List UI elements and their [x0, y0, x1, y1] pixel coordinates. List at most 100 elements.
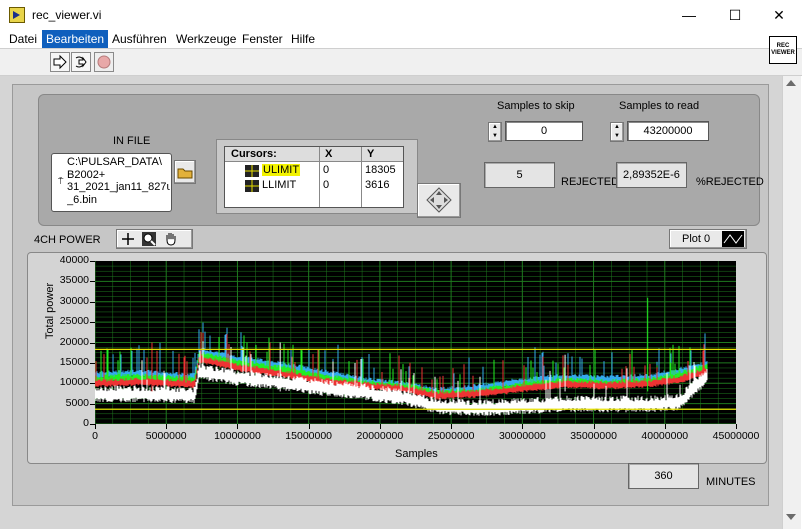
x-tick-mark [166, 424, 168, 429]
spin-up-icon[interactable]: ▲ [489, 123, 501, 132]
cursor-name[interactable]: LLIMIT [262, 179, 296, 191]
maximize-button[interactable]: ☐ [712, 0, 758, 30]
cursor-header-name: Cursors: [231, 148, 277, 160]
cursor-x-value: 0 [323, 164, 330, 176]
cursor-crosshair-icon [245, 180, 259, 192]
rejected-indicator: 5 [484, 162, 555, 188]
path-browse-indicator-icon: ⍑ [58, 176, 64, 186]
x-tick-label: 15000000 [285, 430, 333, 442]
x-tick-mark [664, 424, 666, 429]
run-button[interactable] [50, 52, 70, 72]
diamond-move-icon [426, 187, 452, 213]
x-tick-mark [95, 424, 96, 429]
crosshair-tool-icon[interactable] [120, 231, 136, 247]
spin-up-icon[interactable]: ▲ [611, 123, 623, 132]
close-button[interactable]: ✕ [756, 0, 802, 30]
plot-legend[interactable]: Plot 0 [669, 229, 747, 249]
browse-folder-button[interactable] [174, 160, 196, 184]
x-tick-mark [379, 424, 381, 429]
samples-to-skip-spinner[interactable]: ▲ ▼ [488, 122, 502, 142]
in-file-label: IN FILE [113, 135, 151, 147]
menu-hilfe[interactable]: Hilfe [287, 30, 319, 48]
x-tick-label: 5000000 [145, 430, 187, 442]
graph-palette [116, 229, 193, 249]
cursor-y-value: 3616 [365, 179, 390, 191]
x-tick-label: 10000000 [214, 430, 261, 442]
cursor-legend[interactable]: Cursors: X Y ULIMIT 0 18305 LLIMIT 0 361… [224, 146, 404, 208]
spin-down-icon[interactable]: ▼ [489, 132, 501, 141]
pan-hand-icon[interactable] [163, 231, 179, 247]
plot-legend-name: Plot 0 [682, 233, 711, 245]
y-tick-label: 20000 [59, 335, 89, 348]
menu-datei[interactable]: Datei [5, 30, 41, 48]
x-tick-mark [736, 424, 737, 429]
x-tick-mark [451, 424, 453, 429]
menu-fenster[interactable]: Fenster [238, 30, 287, 48]
y-tick-label: 35000 [59, 274, 89, 287]
in-file-path-line: _6.bin [67, 193, 97, 206]
cursor-move-control[interactable] [417, 183, 461, 218]
y-tick-label: 0 [83, 417, 89, 429]
cursor-header-y: Y [367, 148, 375, 160]
run-continuously-icon [75, 56, 87, 68]
graph-label: 4CH POWER [34, 234, 101, 246]
in-file-path-line: 31_2021_jan11_827ut [67, 181, 170, 193]
x-axis-label: Samples [395, 448, 438, 460]
samples-to-read-spinner[interactable]: ▲ ▼ [610, 122, 624, 142]
y-tick-label: 40000 [59, 254, 89, 266]
toolbar [0, 48, 802, 76]
menu-bar: Datei Bearbeiten Ausführen Werkzeuge Fen… [0, 30, 802, 48]
menu-werkzeuge[interactable]: Werkzeuge [172, 30, 240, 48]
in-file-path-line: C:\PULSAR_DATA\ [67, 156, 162, 168]
scroll-down-arrow-icon[interactable] [786, 514, 796, 520]
run-continuously-button[interactable] [71, 52, 91, 72]
rejected-label: REJECTED [561, 176, 620, 188]
zoom-tool-icon[interactable] [141, 231, 157, 247]
pct-rejected-indicator: 2,89352E-6 [616, 162, 687, 188]
y-tick-label: 30000 [59, 294, 89, 307]
cursor-x-value: 0 [323, 179, 330, 191]
samples-to-read-input[interactable]: 43200000 [627, 121, 709, 141]
scroll-up-arrow-icon[interactable] [786, 80, 796, 86]
abort-button[interactable] [94, 52, 114, 72]
cursor-crosshair-icon [245, 165, 259, 177]
y-tick-label: 25000 [59, 315, 89, 328]
cursor-name[interactable]: ULIMIT [262, 164, 301, 176]
x-tick-label: 35000000 [570, 430, 617, 442]
folder-icon [177, 168, 193, 179]
vertical-scrollbar[interactable] [782, 76, 801, 529]
x-tick-mark [593, 424, 595, 429]
x-tick-label: 30000000 [498, 430, 546, 442]
cursor-y-value: 18305 [365, 164, 396, 176]
samples-to-skip-input[interactable]: 0 [505, 121, 583, 141]
minutes-indicator: 360 [628, 463, 699, 489]
x-tick-label: 25000000 [427, 430, 475, 442]
x-tick-label: 20000000 [356, 430, 404, 442]
stop-icon [97, 55, 111, 69]
minutes-label: MINUTES [706, 476, 756, 488]
minimize-button[interactable]: — [666, 0, 712, 30]
title-bar: rec_viewer.vi — ☐ ✕ [0, 0, 802, 30]
pct-rejected-label: %REJECTED [696, 176, 764, 188]
window-title: rec_viewer.vi [32, 8, 102, 22]
menu-bearbeiten[interactable]: Bearbeiten [42, 30, 109, 48]
labview-app-icon [9, 7, 25, 23]
samples-to-read-label: Samples to read [619, 100, 700, 112]
y-tick-label: 5000 [65, 396, 89, 409]
y-tick-label: 10000 [59, 376, 89, 389]
vi-icon: REC VIEWER [769, 36, 797, 64]
x-tick-label: 45000000 [712, 430, 760, 442]
menu-ausfuehren[interactable]: Ausführen [108, 30, 171, 48]
power-plot[interactable] [95, 261, 736, 424]
in-file-path-control[interactable]: ⍑ C:\PULSAR_DATA\ B2002+ 31_2021_jan11_8… [51, 153, 172, 212]
x-tick-mark [308, 424, 310, 429]
x-tick-mark [237, 424, 239, 429]
y-tick-label: 15000 [59, 355, 89, 368]
spin-down-icon[interactable]: ▼ [611, 132, 623, 141]
vi-icon-line1: REC [776, 43, 790, 49]
x-tick-label: 0 [92, 430, 98, 442]
run-arrow-icon [53, 54, 67, 70]
plot-line-style-icon [722, 231, 744, 247]
cursor-header-x: X [325, 148, 333, 160]
x-tick-mark [522, 424, 524, 429]
